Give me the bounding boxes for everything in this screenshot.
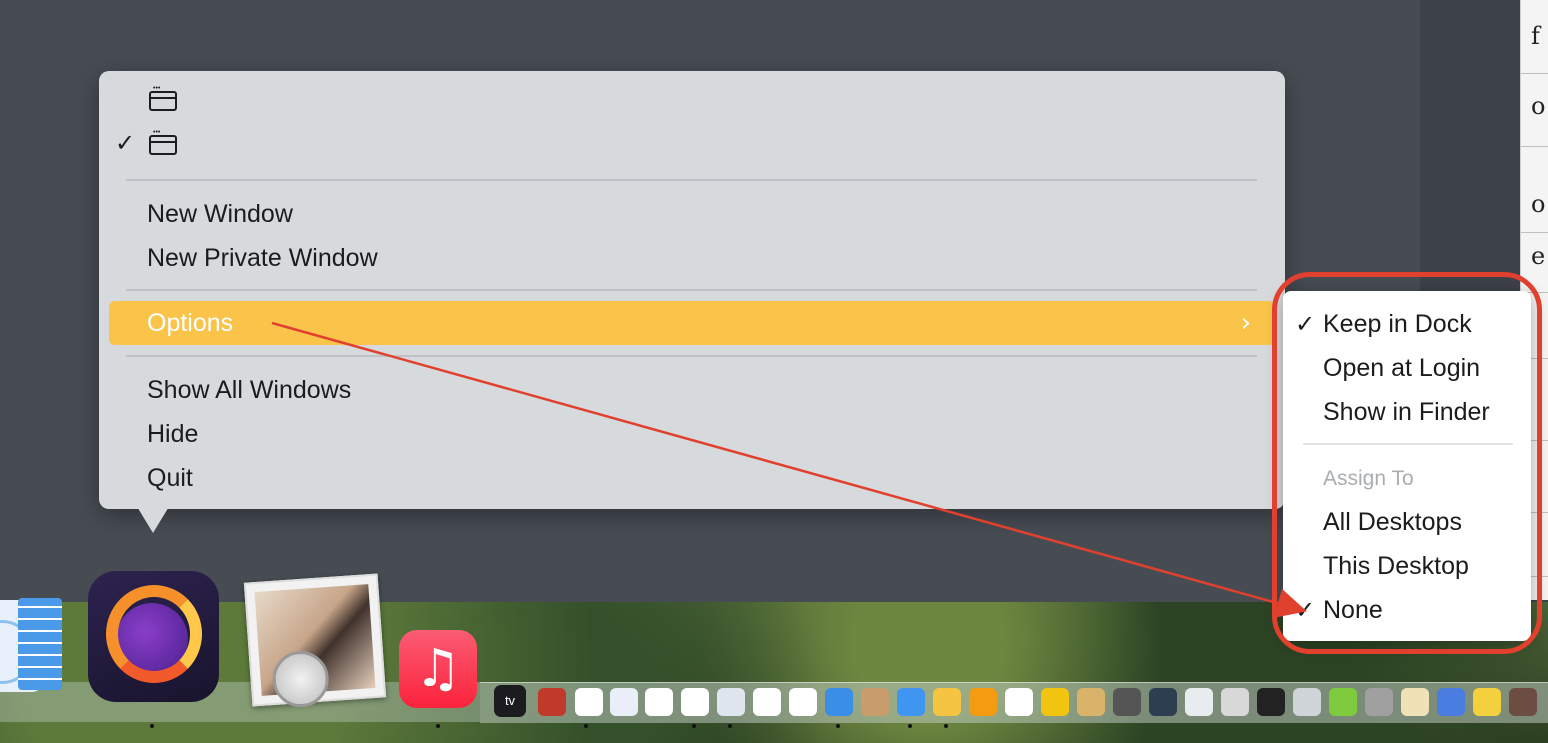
annotation-arrow bbox=[271, 321, 1307, 618]
